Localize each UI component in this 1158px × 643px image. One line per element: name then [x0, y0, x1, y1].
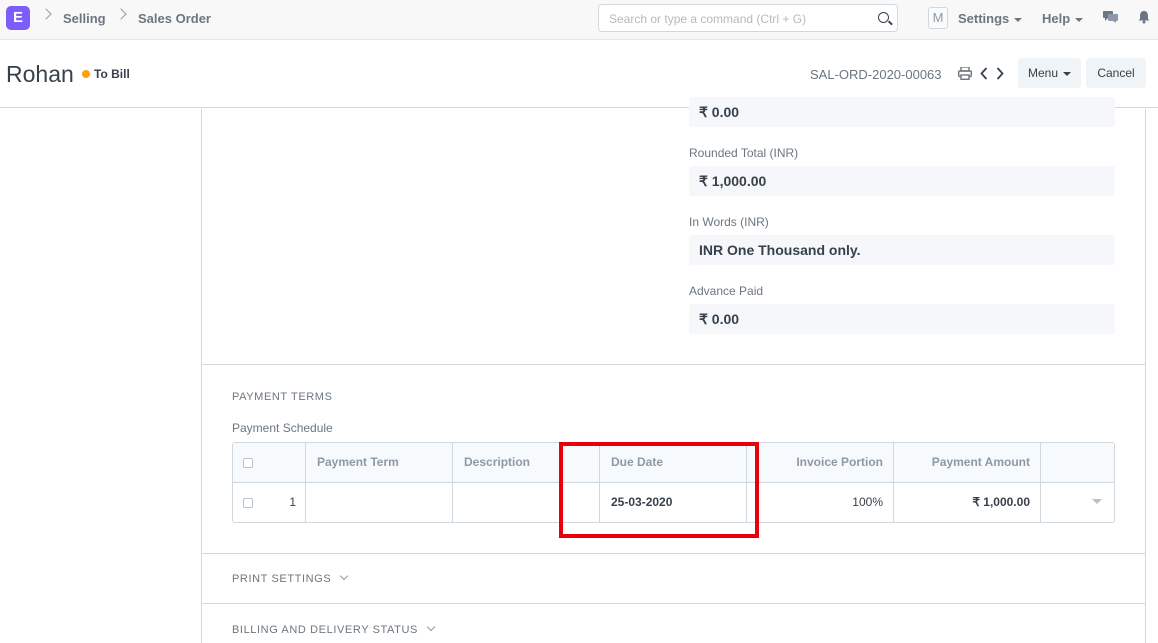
- settings-dropdown[interactable]: Settings: [958, 11, 1023, 26]
- settings-label: Settings: [958, 11, 1010, 26]
- help-dropdown[interactable]: Help: [1042, 11, 1084, 26]
- column-divider: [893, 443, 894, 522]
- advance-paid-label: Advance Paid: [689, 284, 764, 298]
- chevron-right-icon[interactable]: [996, 67, 1004, 80]
- advance-paid-field: ₹ 0.00: [689, 304, 1115, 334]
- payment-schedule-label: Payment Schedule: [232, 421, 333, 435]
- chevron-down-icon: [426, 622, 436, 632]
- menu-button[interactable]: Menu: [1018, 58, 1081, 88]
- rounded-total-label: Rounded Total (INR): [689, 146, 799, 160]
- print-icon[interactable]: [958, 67, 972, 80]
- billing-delivery-section[interactable]: BILLING AND DELIVERY STATUS: [232, 622, 436, 636]
- select-all-checkbox[interactable]: [243, 458, 253, 468]
- status-badge: To Bill: [94, 67, 130, 81]
- user-avatar[interactable]: M: [928, 7, 948, 29]
- chevron-down-icon: [340, 571, 349, 581]
- breadcrumb-selling[interactable]: Selling: [63, 11, 106, 26]
- help-label: Help: [1042, 11, 1071, 26]
- payment-terms-section-title: PAYMENT TERMS: [232, 391, 333, 403]
- row-edit-caret-icon[interactable]: [1092, 499, 1102, 504]
- print-settings-title: PRINT SETTINGS: [232, 573, 332, 585]
- column-divider: [1040, 443, 1041, 522]
- row-index: 1: [289, 495, 296, 509]
- app-logo[interactable]: E: [6, 6, 30, 30]
- row-checkbox[interactable]: [243, 498, 253, 508]
- menu-label: Menu: [1027, 66, 1059, 80]
- page-title: Rohan: [6, 61, 74, 87]
- search-placeholder: Search or type a command (Ctrl + G): [609, 12, 807, 26]
- section-divider: [201, 603, 1146, 604]
- cell-invoice-portion[interactable]: 100%: [752, 495, 883, 509]
- due-date-highlight-box: [559, 442, 759, 538]
- in-words-label: In Words (INR): [689, 215, 769, 229]
- chevron-right-icon: [40, 8, 52, 20]
- cancel-button[interactable]: Cancel: [1086, 58, 1146, 88]
- top-navbar: E Selling Sales Order Search or type a c…: [0, 0, 1158, 40]
- column-divider: [305, 443, 306, 522]
- layout-divider: [201, 109, 202, 643]
- column-header-invoice-portion: Invoice Portion: [796, 455, 883, 469]
- search-icon: [878, 12, 889, 23]
- rounded-total-field: ₹ 1,000.00: [689, 166, 1115, 196]
- document-name: SAL-ORD-2020-00063: [810, 67, 942, 82]
- form-body: ₹ 0.00 Rounded Total (INR) ₹ 1,000.00 In…: [0, 97, 1158, 643]
- column-header-description: Description: [464, 455, 531, 469]
- column-divider: [452, 443, 453, 522]
- status-indicator-dot: [82, 70, 90, 78]
- column-header-payment-term: Payment Term: [317, 455, 399, 469]
- print-settings-section[interactable]: PRINT SETTINGS: [232, 571, 349, 585]
- awesomebar-search-input[interactable]: Search or type a command (Ctrl + G): [598, 4, 898, 32]
- cell-payment-amount[interactable]: ₹ 1,000.00: [899, 495, 1030, 509]
- caret-down-icon: [1075, 17, 1084, 22]
- section-divider: [201, 553, 1146, 554]
- breadcrumb-sales-order[interactable]: Sales Order: [138, 11, 211, 26]
- billing-delivery-title: BILLING AND DELIVERY STATUS: [232, 624, 418, 636]
- chat-icon[interactable]: [1103, 11, 1118, 23]
- chevron-right-icon: [115, 8, 127, 20]
- caret-down-icon: [1063, 71, 1072, 76]
- in-words-field: INR One Thousand only.: [689, 235, 1115, 265]
- layout-divider: [1145, 109, 1146, 643]
- notification-bell-icon[interactable]: [1137, 10, 1151, 24]
- column-header-payment-amount: Payment Amount: [931, 455, 1030, 469]
- caret-down-icon: [1014, 17, 1023, 22]
- grand-total-field: ₹ 0.00: [689, 97, 1115, 127]
- section-divider: [201, 364, 1146, 365]
- chevron-left-icon[interactable]: [980, 67, 988, 80]
